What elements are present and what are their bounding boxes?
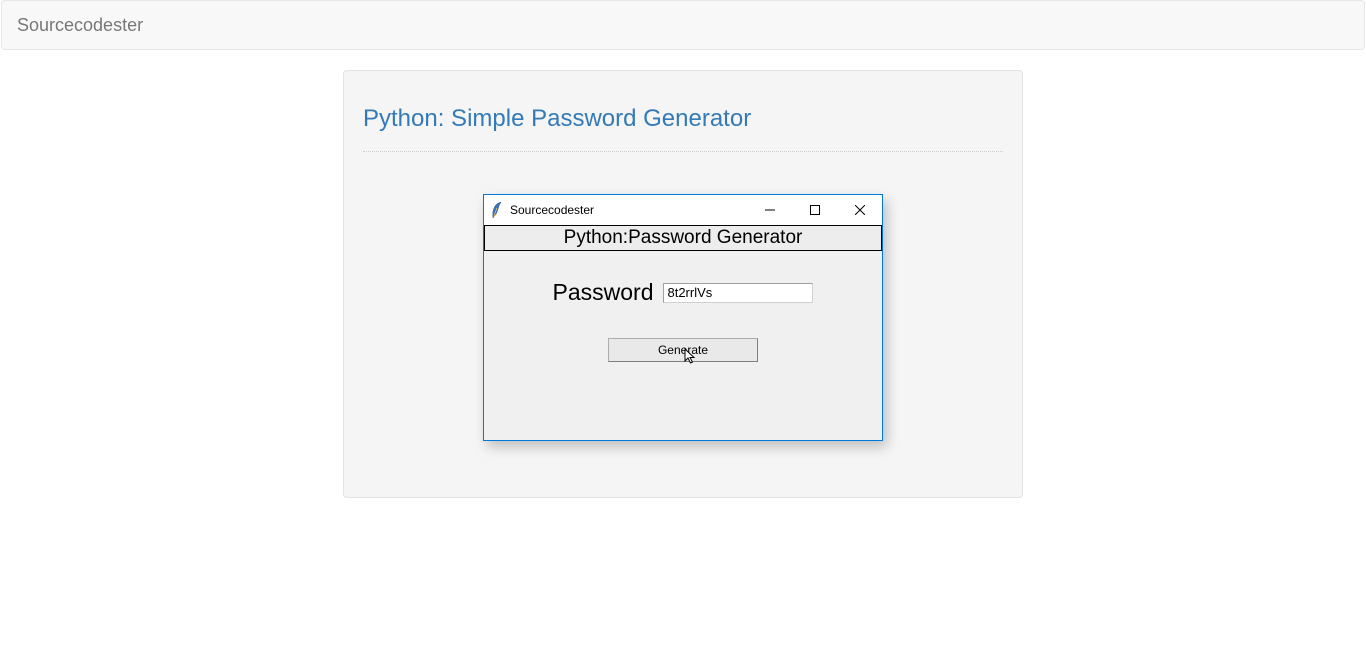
content-container: Python: Simple Password Generator Source… [343, 70, 1023, 498]
content-well: Python: Simple Password Generator Source… [343, 70, 1023, 498]
close-button[interactable] [837, 195, 882, 225]
app-header-text: Python:Password Generator [564, 227, 803, 249]
window-titlebar: Sourcecodester [484, 195, 882, 225]
app-window: Sourcecodester Python:Password Generator… [483, 194, 883, 441]
app-header: Python:Password Generator [484, 225, 882, 251]
navbar-brand[interactable]: Sourcecodester [17, 15, 143, 35]
divider [363, 151, 1003, 152]
minimize-button[interactable] [747, 195, 792, 225]
generate-wrap: Generate [608, 338, 758, 362]
password-label: Password [553, 279, 654, 306]
window-title: Sourcecodester [510, 203, 747, 217]
password-row: Password [484, 279, 882, 306]
generate-button[interactable]: Generate [608, 338, 758, 362]
app-body: Password Generate [484, 251, 882, 382]
app-icon [490, 201, 504, 219]
maximize-button[interactable] [792, 195, 837, 225]
page-title: Python: Simple Password Generator [363, 105, 1003, 133]
password-input[interactable] [663, 283, 813, 303]
navbar: Sourcecodester [1, 0, 1365, 50]
app-footer-space [484, 382, 882, 440]
